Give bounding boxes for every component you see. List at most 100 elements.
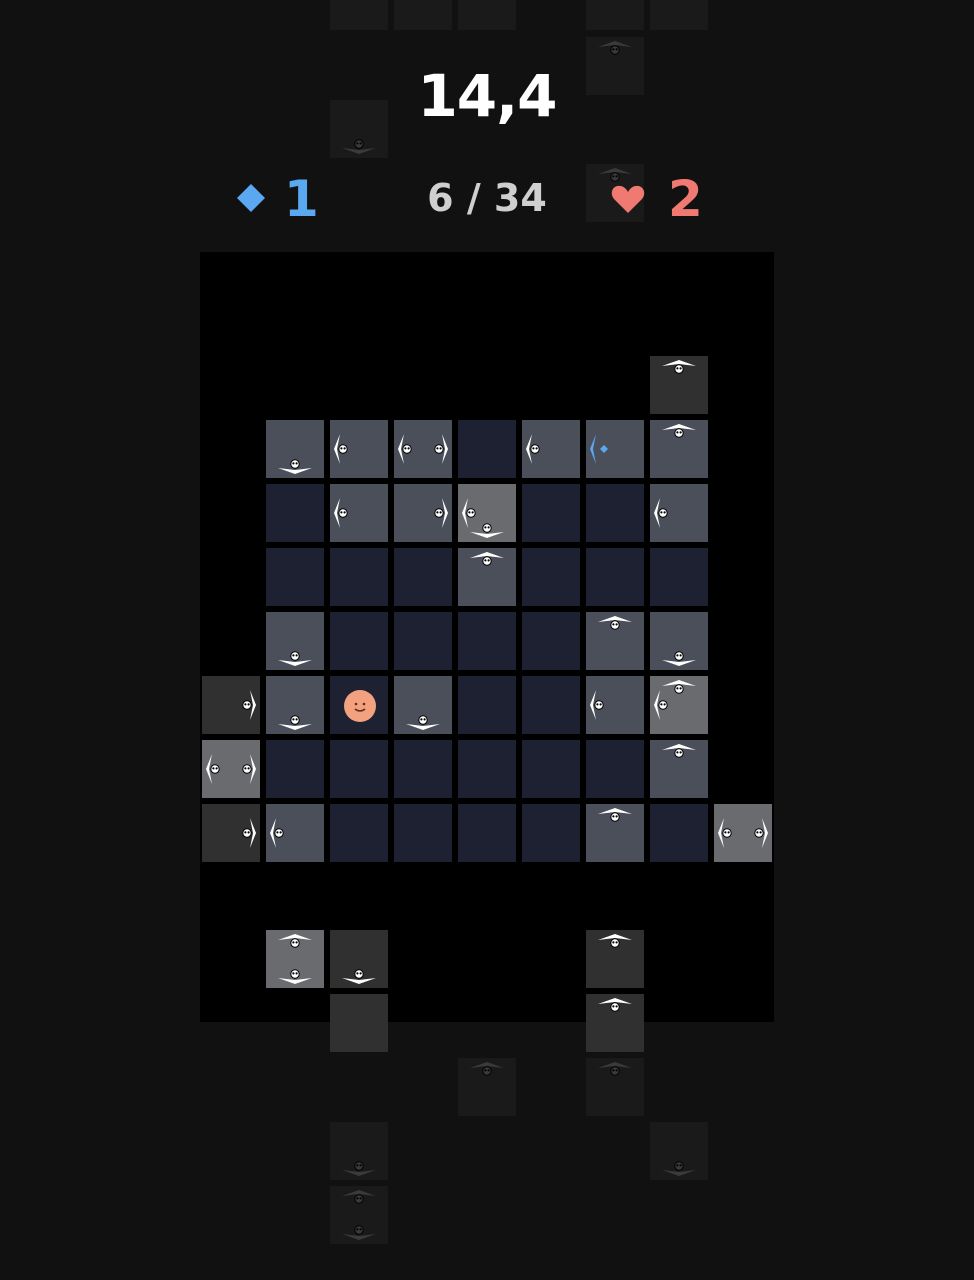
spike-tile[interactable] [266, 930, 324, 988]
skull-spike-icon [342, 1190, 376, 1240]
spike-tile[interactable] [714, 804, 772, 862]
skull-spike-icon [654, 680, 696, 720]
skull-spike-icon [598, 616, 632, 630]
skull-spike-icon [598, 998, 632, 1012]
skull-spike-icon [718, 818, 768, 848]
game-board[interactable] [200, 252, 774, 1052]
floor-tile[interactable] [330, 740, 388, 798]
floor-tile[interactable] [650, 804, 708, 862]
skull-spike-icon [458, 0, 516, 30]
skull-spike-icon [662, 744, 696, 758]
floor-tile[interactable] [458, 612, 516, 670]
spike-tile[interactable] [650, 484, 708, 542]
spike-tile[interactable] [394, 676, 452, 734]
spike-tile[interactable] [458, 1058, 516, 1116]
floor-tile[interactable] [394, 740, 452, 798]
floor-tile[interactable] [266, 548, 324, 606]
skull-spike-icon [526, 434, 540, 464]
floor-tile[interactable] [266, 740, 324, 798]
floor-tile[interactable] [394, 612, 452, 670]
floor-tile[interactable] [522, 484, 580, 542]
floor-tile[interactable] [330, 994, 388, 1052]
move-counter: 6 / 34 [427, 176, 547, 220]
spike-tile[interactable] [586, 994, 644, 1052]
spike-tile[interactable] [458, 484, 516, 542]
floor-tile[interactable] [330, 612, 388, 670]
spike-tile[interactable] [650, 0, 708, 30]
floor-tile[interactable] [586, 740, 644, 798]
floor-tile[interactable] [330, 548, 388, 606]
skull-spike-icon [242, 818, 256, 848]
skull-spike-icon [662, 651, 696, 666]
spike-tile[interactable] [586, 1058, 644, 1116]
spike-tile[interactable] [330, 484, 388, 542]
floor-tile[interactable] [330, 804, 388, 862]
floor-tile[interactable] [522, 548, 580, 606]
floor-tile[interactable] [522, 740, 580, 798]
timer-display: 14,4 [417, 62, 557, 130]
diamond-icon [590, 434, 608, 464]
spike-tile[interactable] [650, 612, 708, 670]
floor-tile[interactable] [522, 612, 580, 670]
spike-tile[interactable] [586, 612, 644, 670]
floor-tile[interactable] [394, 548, 452, 606]
skull-spike-icon [270, 818, 284, 848]
skull-spike-icon [278, 459, 312, 474]
spike-tile[interactable] [202, 740, 260, 798]
skull-spike-icon [662, 1161, 696, 1176]
floor-tile[interactable] [458, 740, 516, 798]
floor-tile[interactable] [586, 548, 644, 606]
spike-tile[interactable] [266, 420, 324, 478]
skull-spike-icon [206, 754, 256, 784]
skull-spike-icon [334, 434, 348, 464]
spike-tile[interactable] [394, 484, 452, 542]
floor-tile[interactable] [458, 804, 516, 862]
skull-spike-icon [334, 498, 348, 528]
floor-tile[interactable] [458, 420, 516, 478]
spike-tile[interactable] [394, 420, 452, 478]
spike-tile[interactable] [330, 420, 388, 478]
spike-tile[interactable] [650, 356, 708, 414]
spike-tile[interactable] [586, 804, 644, 862]
floor-tile[interactable] [586, 484, 644, 542]
lives-count: 2 [668, 170, 703, 228]
skull-spike-icon [598, 934, 632, 948]
spike-tile[interactable] [458, 548, 516, 606]
floor-tile[interactable] [522, 804, 580, 862]
skull-spike-icon [278, 934, 312, 984]
floor-tile[interactable] [522, 676, 580, 734]
skull-spike-icon [406, 715, 440, 730]
spike-tile[interactable] [458, 0, 516, 30]
spike-tile[interactable] [586, 676, 644, 734]
spike-tile[interactable] [330, 0, 388, 30]
spike-tile[interactable] [330, 930, 388, 988]
spike-tile[interactable] [202, 676, 260, 734]
skull-spike-icon [278, 651, 312, 666]
floor-tile[interactable] [394, 804, 452, 862]
player-tile[interactable] [330, 676, 388, 734]
spike-tile[interactable] [650, 1122, 708, 1180]
spike-tile[interactable] [202, 804, 260, 862]
floor-tile[interactable] [586, 0, 644, 30]
spike-tile[interactable] [522, 420, 580, 478]
spike-tile[interactable] [586, 930, 644, 988]
spike-tile[interactable] [650, 420, 708, 478]
floor-tile[interactable] [266, 484, 324, 542]
floor-tile[interactable] [394, 0, 452, 30]
skull-spike-icon [470, 552, 504, 566]
skull-spike-icon [398, 434, 448, 464]
floor-tile[interactable] [650, 548, 708, 606]
skull-spike-icon [342, 969, 376, 984]
floor-tile[interactable] [458, 676, 516, 734]
spike-tile[interactable] [650, 676, 708, 734]
spike-tile[interactable] [266, 676, 324, 734]
spike-tile[interactable] [330, 1122, 388, 1180]
spike-tile[interactable] [650, 740, 708, 798]
spike-tile[interactable] [266, 612, 324, 670]
skull-spike-icon [470, 1062, 504, 1076]
skull-spike-icon [330, 0, 388, 30]
spike-tile[interactable] [330, 1186, 388, 1244]
spike-tile[interactable] [266, 804, 324, 862]
skull-spike-icon [662, 424, 696, 438]
spike-tile[interactable] [586, 420, 644, 478]
